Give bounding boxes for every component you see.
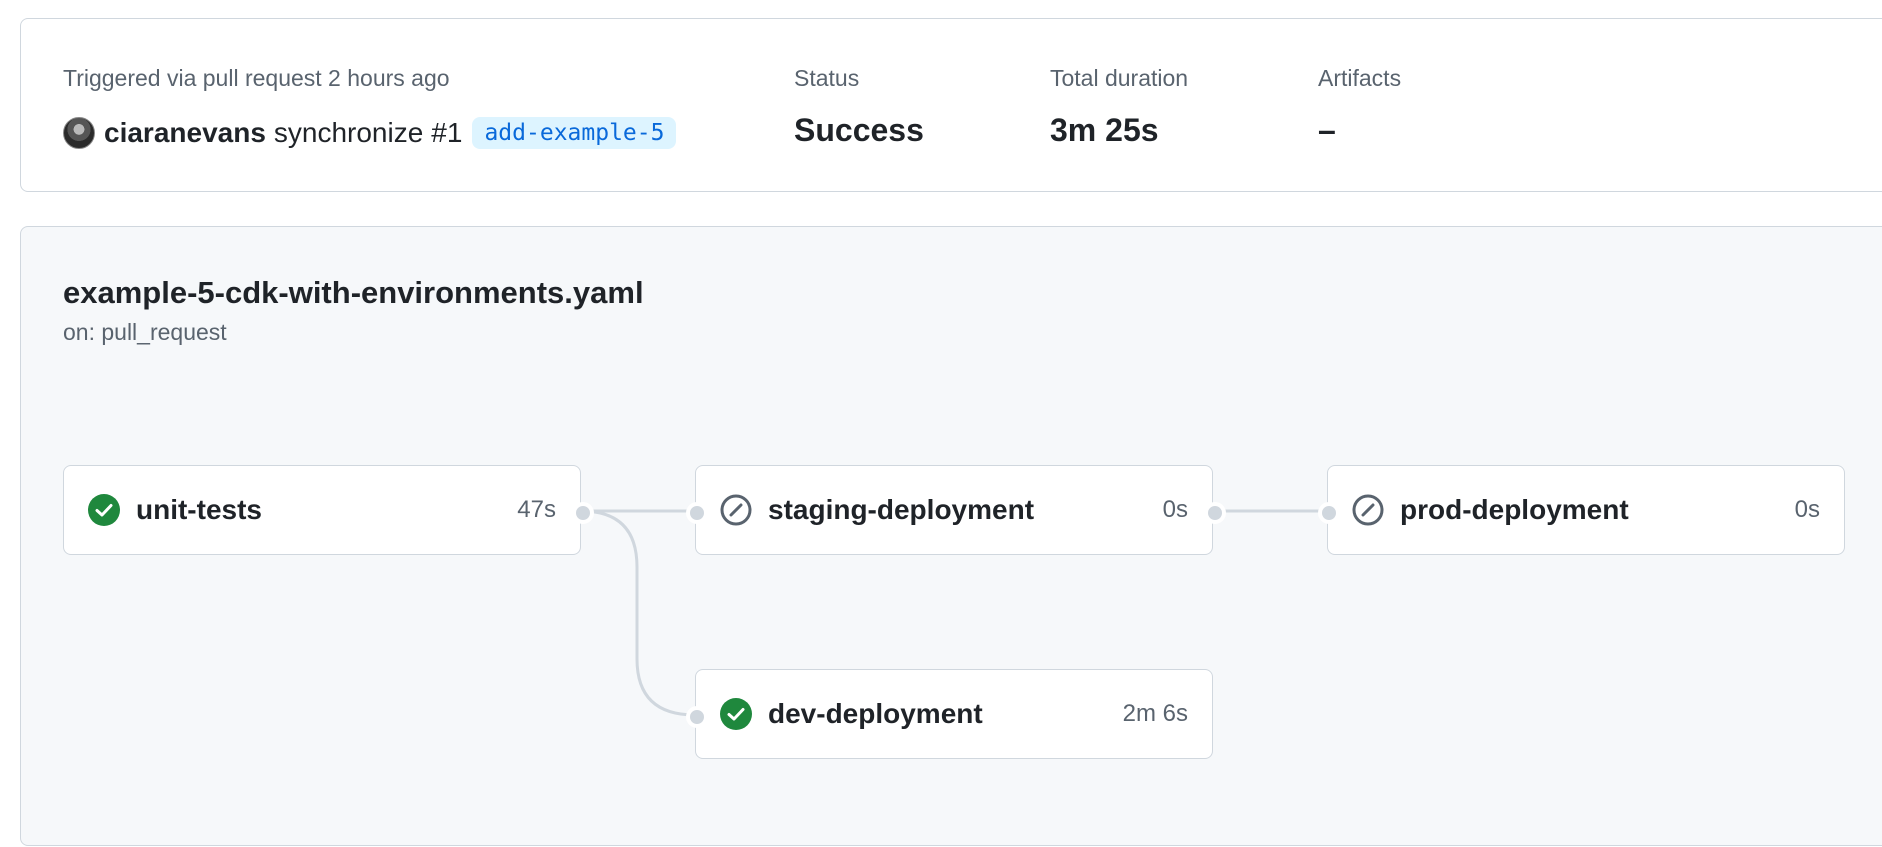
artifacts-label: Artifacts bbox=[1318, 65, 1402, 91]
job-unit-tests[interactable]: unit-tests 47s bbox=[63, 465, 581, 555]
skip-icon bbox=[1352, 494, 1384, 526]
port-prod-in bbox=[1318, 502, 1340, 524]
duration-stat: Total duration 3m 25s bbox=[1050, 65, 1188, 149]
check-circle-icon bbox=[720, 698, 752, 730]
job-dev-deployment[interactable]: dev-deployment 2m 6s bbox=[695, 669, 1213, 759]
skip-icon bbox=[720, 494, 752, 526]
trigger-label: Triggered via pull request 2 hours ago bbox=[63, 65, 450, 91]
job-duration: 0s bbox=[1162, 496, 1188, 523]
duration-label: Total duration bbox=[1050, 65, 1189, 91]
status-label: Status bbox=[794, 65, 860, 91]
job-name: unit-tests bbox=[136, 494, 262, 525]
job-staging-deployment[interactable]: staging-deployment 0s bbox=[695, 465, 1213, 555]
workflow-graph-card: example-5-cdk-with-environments.yaml on:… bbox=[20, 226, 1882, 846]
branch-label[interactable]: add-example-5 bbox=[472, 117, 677, 149]
trigger-line: ciaranevans synchronize #1 add-example-5 bbox=[63, 113, 677, 153]
status-value: Success bbox=[794, 112, 924, 148]
avatar[interactable] bbox=[63, 117, 95, 149]
job-duration: 47s bbox=[517, 496, 556, 523]
actor-link[interactable]: ciaranevans bbox=[104, 117, 266, 149]
port-unit-tests-out bbox=[572, 502, 594, 524]
job-prod-deployment[interactable]: prod-deployment 0s bbox=[1327, 465, 1845, 555]
event-name: synchronize bbox=[273, 117, 424, 148]
connector-unit-to-dev bbox=[580, 509, 696, 717]
job-duration: 0s bbox=[1794, 496, 1820, 523]
check-circle-icon bbox=[88, 494, 120, 526]
status-stat: Status Success bbox=[794, 65, 924, 149]
run-summary-card: Triggered via pull request 2 hours ago c… bbox=[20, 18, 1882, 192]
artifacts-stat: Artifacts – bbox=[1318, 65, 1401, 149]
job-name: staging-deployment bbox=[768, 494, 1035, 525]
pr-number-link[interactable]: #1 bbox=[431, 117, 462, 149]
port-staging-in bbox=[686, 502, 708, 524]
job-name: prod-deployment bbox=[1400, 494, 1629, 525]
duration-value: 3m 25s bbox=[1050, 112, 1159, 148]
port-dev-in bbox=[686, 706, 708, 728]
job-duration: 2m 6s bbox=[1122, 700, 1188, 727]
port-staging-out bbox=[1204, 502, 1226, 524]
artifacts-value: – bbox=[1318, 112, 1336, 148]
job-name: dev-deployment bbox=[768, 698, 983, 729]
